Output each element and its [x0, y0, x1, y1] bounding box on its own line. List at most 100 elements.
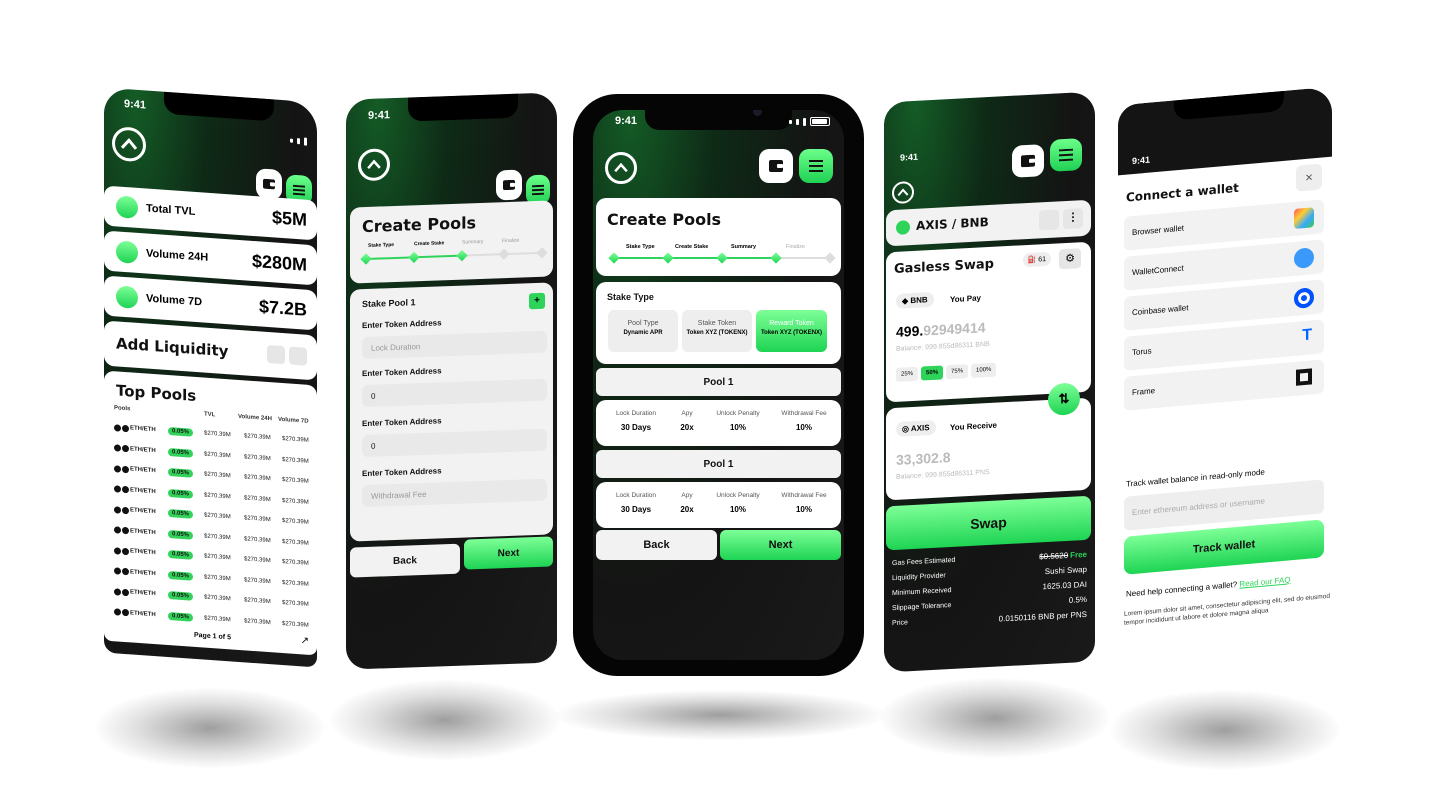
notch [645, 110, 792, 130]
app-logo-icon[interactable] [892, 180, 914, 205]
percent-25-button[interactable]: 25% [896, 366, 919, 382]
pool-pair: ETH/ETH [114, 587, 168, 599]
top-pools-title: Top Pools [116, 381, 197, 405]
wallet-icon[interactable] [256, 168, 282, 200]
detail-value: 1625.03 DAI [1042, 579, 1087, 592]
table-row[interactable]: ETH/ETH 0.05% $270.39M $270.39M $270.39M [114, 444, 309, 466]
fee-badge: 0.05% [168, 550, 194, 560]
pair-label: ETH/ETH [130, 507, 156, 516]
next-button[interactable]: Next [720, 530, 841, 560]
table-row[interactable]: ETH/ETH 0.05% $270.39M $270.39M $270.39M [114, 567, 309, 589]
pay-amount[interactable]: 499.92949414 [896, 319, 986, 340]
table-row[interactable]: ETH/ETH 0.05% $270.39M $270.39M $270.39M [114, 587, 309, 609]
eth-icon [114, 444, 121, 452]
volume-24h-cell: $270.39M [244, 494, 271, 503]
table-row[interactable]: ETH/ETH 0.05% $270.39M $270.39M $270.39M [114, 608, 309, 630]
floor-shadow [880, 678, 1110, 758]
expand-icon[interactable] [267, 344, 285, 365]
table-row[interactable]: ETH/ETH 0.05% $270.39M $270.39M $270.39M [114, 505, 309, 527]
table-row[interactable]: ETH/ETH 0.05% $270.39M $270.39M $270.39M [114, 546, 309, 568]
stat-value: $5M [271, 207, 307, 230]
token-amount-input[interactable]: 0 [362, 428, 547, 458]
pool-pair: ETH/ETH [114, 526, 168, 537]
fee-cell: 0.05% [168, 570, 204, 582]
detail-value: 0.0150116 BNB per PNS [998, 609, 1087, 624]
token-amount-input[interactable]: 0 [362, 378, 547, 408]
next-button[interactable]: Next [464, 536, 553, 570]
detail-label: Liquidity Provider [892, 572, 946, 583]
volume-7d-cell: $270.39M [282, 599, 309, 608]
help-question: Need help connecting a wallet? [1126, 579, 1238, 599]
status-time: 9:41 [124, 97, 147, 112]
option-label: Reward Token [769, 320, 814, 327]
back-button[interactable]: Back [350, 543, 460, 578]
app-logo-icon[interactable] [112, 126, 146, 163]
wallet-icon[interactable] [759, 149, 793, 183]
settings-icon[interactable] [289, 346, 307, 366]
volume-24h-cell: $270.39M [244, 535, 271, 544]
field-label: Enter Token Address [362, 318, 442, 331]
step-marker [498, 248, 510, 260]
swap-details: Gas Fees Estimated $0.5620 Free Liquidit… [892, 550, 1087, 629]
pair-label: ETH/ETH [130, 589, 156, 598]
eth-icon [114, 505, 121, 514]
option-pool-type[interactable]: Pool Type Dynamic APR [608, 310, 678, 352]
percent-75-button[interactable]: 75% [946, 364, 969, 380]
phone-gasless-swap: 9:41 AXIS / BNB ⋮ Gasless Swap ⛽ 61 ⚙ ◆ … [884, 91, 1095, 673]
stat-value: $280M [251, 250, 307, 275]
signal-icon [789, 117, 830, 126]
percent-buttons: 25% 50% 75% 100% [896, 362, 997, 382]
expand-icon[interactable] [1039, 209, 1059, 231]
fee-badge: 0.05% [168, 468, 194, 478]
step-marker [360, 253, 372, 265]
step-label: Summary [462, 238, 484, 246]
withdrawal-fee-input[interactable]: Withdrawal Fee [362, 478, 547, 508]
app-logo-icon[interactable] [358, 148, 390, 182]
volume-24h-cell: $270.39M [244, 556, 271, 565]
tvl-cell: $270.39M [204, 430, 231, 439]
option-reward-token[interactable]: Reward Token Token XYZ (TOKENX) [756, 310, 827, 352]
faq-link[interactable]: Read our FAQ [1239, 575, 1290, 588]
menu-icon[interactable] [799, 149, 833, 183]
step-line [618, 257, 664, 259]
step-marker [770, 252, 782, 264]
eth-icon [114, 423, 121, 432]
eth-icon [114, 567, 121, 575]
step-label: Create Stake [414, 240, 445, 248]
back-button[interactable]: Back [596, 530, 717, 560]
lock-duration-input[interactable]: Lock Duration [362, 330, 547, 360]
add-liquidity-card[interactable]: Add Liquidity [104, 320, 317, 381]
stepper [608, 252, 836, 264]
tvl-cell: $270.39M [204, 574, 231, 582]
receive-token: AXIS [910, 423, 930, 434]
wallet-icon[interactable] [1012, 144, 1044, 178]
pool-details-card: Lock Duration Apy Unlock Penalty Withdra… [596, 400, 841, 446]
settings-icon[interactable]: ⚙ [1059, 248, 1081, 270]
wallet-option-label: WalletConnect [1132, 263, 1184, 278]
close-icon[interactable]: × [1296, 163, 1322, 192]
step-label: Finalize [786, 244, 805, 250]
menu-icon[interactable] [1050, 138, 1082, 172]
wallet-icon[interactable] [496, 169, 522, 201]
table-row[interactable]: ETH/ETH 0.05% $270.39M $270.39M $270.39M [114, 423, 309, 445]
detail-label: Gas Fees Estimated [892, 556, 956, 568]
percent-100-button[interactable]: 100% [971, 362, 997, 378]
more-icon[interactable]: ⋮ [1063, 208, 1083, 230]
fee-cell: 0.05% [168, 427, 204, 438]
add-icon[interactable]: + [529, 292, 545, 310]
next-page-icon[interactable]: ↗ [301, 635, 309, 647]
coinbase-icon [1294, 287, 1314, 309]
app-logo-icon[interactable] [605, 152, 637, 184]
option-stake-token[interactable]: Stake Token Token XYZ (TOKENX) [682, 310, 752, 352]
receive-token-selector[interactable]: ◎ AXIS [896, 419, 936, 437]
receive-amount: 33,302.8 [896, 449, 951, 468]
fee-badge: 0.05% [168, 611, 194, 622]
table-row[interactable]: ETH/ETH 0.05% $270.39M $270.39M $270.39M [114, 485, 309, 507]
swap-button[interactable]: Swap [886, 495, 1091, 551]
pool-values: 30 Days 20x 10% 10% [606, 423, 834, 432]
pagination-label: Page 1 of 5 [194, 631, 231, 642]
pay-token-selector[interactable]: ◆ BNB [896, 291, 934, 309]
table-row[interactable]: ETH/ETH 0.05% $270.39M $270.39M $270.39M [114, 464, 309, 486]
table-row[interactable]: ETH/ETH 0.05% $270.39M $270.39M $270.39M [114, 526, 309, 548]
percent-50-button[interactable]: 50% [921, 365, 944, 381]
